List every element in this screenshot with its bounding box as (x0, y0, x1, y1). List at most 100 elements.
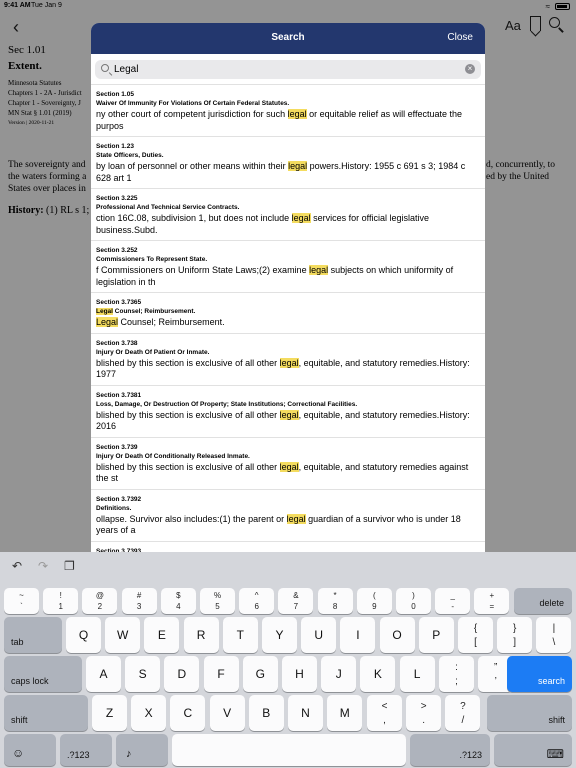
key-char: . (422, 715, 426, 726)
key-m[interactable]: M (327, 695, 363, 731)
key-2[interactable]: @2 (82, 588, 118, 614)
key-=[interactable]: + = (474, 588, 510, 614)
key-g[interactable]: G (242, 656, 278, 692)
search-result-item[interactable]: Section 3.252 Commissioners To Represent … (91, 241, 485, 293)
delete-key[interactable]: delete (514, 588, 572, 614)
key--[interactable]: _ - (435, 588, 471, 614)
key-shift-char: < (381, 701, 388, 712)
key-label: Q (78, 628, 89, 642)
emoji-key[interactable]: ☺ (4, 734, 56, 766)
key-v[interactable]: V (209, 695, 245, 731)
key-0[interactable]: ) 0 (396, 588, 431, 614)
key-k[interactable]: K (360, 656, 396, 692)
left-shift-key[interactable]: shift (4, 695, 88, 731)
key-9[interactable]: (9 (356, 588, 392, 614)
hide-keyboard-icon[interactable]: ⌨ (494, 734, 572, 766)
key-s[interactable]: S (125, 656, 161, 692)
key-5[interactable]: % 5 (200, 588, 235, 614)
key-\[interactable]: | \ (536, 617, 572, 653)
key-label: shift (548, 715, 565, 725)
redo-icon[interactable]: ↷ (38, 559, 48, 573)
key-label: I (356, 628, 360, 642)
wifi-icon: ≈ (545, 2, 550, 11)
key-o[interactable]: O (379, 617, 415, 653)
result-section-number: Section 3.225 (96, 195, 138, 202)
clear-search-icon[interactable]: × (465, 64, 475, 74)
key-shift-char: { (473, 623, 478, 634)
key-label: .?123 (459, 750, 482, 760)
key-8[interactable]: * 8 (317, 588, 353, 614)
search-key[interactable]: search (507, 656, 572, 692)
numbers-key-right[interactable]: .?123 (410, 734, 490, 766)
key-h[interactable]: H (282, 656, 317, 692)
key-i[interactable]: I (340, 617, 376, 653)
modal-title: Search (271, 32, 305, 43)
dictation-icon[interactable]: ♪ (116, 734, 168, 766)
search-result-item[interactable]: Section 3.225 Professional And Technical … (91, 189, 485, 241)
key-slash[interactable]: ? / (445, 695, 481, 731)
right-shift-key[interactable]: shift (487, 695, 572, 731)
search-result-item[interactable]: Section 3.7393 (91, 542, 485, 553)
key-e[interactable]: E (144, 617, 180, 653)
key-j[interactable]: J (321, 656, 357, 692)
key-y[interactable]: Y (262, 617, 297, 653)
result-snippet-text: ny other court of competent jurisdiction… (96, 109, 288, 119)
search-field[interactable]: × (95, 60, 481, 79)
status-date: Tue Jan 9 (31, 2, 62, 9)
key-x[interactable]: X (131, 695, 167, 731)
battery-icon (555, 3, 570, 10)
key-t[interactable]: T (222, 617, 258, 653)
numbers-key-left[interactable]: .?123 (60, 734, 112, 766)
key-4[interactable]: $4 (160, 588, 196, 614)
key-w[interactable]: W (105, 617, 141, 653)
close-button[interactable]: Close (447, 32, 473, 43)
key-label: ⌨ (546, 747, 564, 761)
search-result-item[interactable]: Section 3.7381 Loss, Damage, Or Destructi… (91, 386, 485, 438)
key-3[interactable]: #3 (121, 588, 157, 614)
key-d[interactable]: D (164, 656, 200, 692)
key-6[interactable]: ^ 6 (239, 588, 275, 614)
key-p[interactable]: P (418, 617, 454, 653)
search-result-item[interactable]: Section 3.7392 Definitions. ollapse. Survi… (91, 490, 485, 542)
key-q[interactable]: Q (66, 617, 101, 653)
search-results-list[interactable]: Section 1.05 Waiver Of Immunity For Viola… (91, 85, 485, 552)
undo-icon[interactable]: ↶ (12, 559, 22, 573)
key-7[interactable]: & 7 (278, 588, 314, 614)
key-[[interactable]: {[ (458, 617, 493, 653)
key-a[interactable]: A (86, 656, 121, 692)
space-key[interactable] (172, 734, 406, 766)
search-result-item[interactable]: Section 3.738 Injury Or Death Of Patient … (91, 334, 485, 386)
search-result-item[interactable]: Section 3.7365 Legal Counsel; Reimburseme… (91, 293, 485, 334)
key-label: H (295, 667, 304, 681)
key-char: 3 (136, 602, 142, 611)
paste-icon[interactable]: ❐ (64, 559, 75, 573)
key-l[interactable]: L (399, 656, 435, 692)
key-z[interactable]: Z (92, 695, 127, 731)
key-`[interactable]: ~ ` (4, 588, 39, 614)
search-result-item[interactable]: Section 1.23 State Officers, Duties. by l… (91, 137, 485, 189)
key-f[interactable]: F (203, 656, 239, 692)
key-comma[interactable]: <, (367, 695, 402, 731)
key-char: 2 (97, 602, 103, 611)
search-result-item[interactable]: Section 3.739 Injury Or Death Of Conditio… (91, 438, 485, 490)
key-c[interactable]: C (170, 695, 206, 731)
key-b[interactable]: B (248, 695, 284, 731)
caps-lock-key[interactable]: caps lock (4, 656, 82, 692)
key-][interactable]: }] (497, 617, 533, 653)
key-r[interactable]: R (183, 617, 219, 653)
key-label: tab (11, 637, 24, 647)
key-period[interactable]: >. (406, 695, 442, 731)
tab-key[interactable]: tab (4, 617, 62, 653)
key-label: Z (105, 706, 114, 720)
key-char: - (451, 602, 455, 611)
key-semicolon[interactable]: :; (439, 656, 474, 692)
search-result-item[interactable]: Section 1.05 Waiver Of Immunity For Viola… (91, 85, 485, 137)
highlighted-match: legal (279, 357, 299, 368)
key-label: F (217, 667, 225, 681)
result-title: Professional And Technical Service Contr… (96, 203, 481, 212)
key-n[interactable]: N (288, 695, 323, 731)
search-input[interactable] (114, 62, 454, 77)
key-1[interactable]: ! 1 (43, 588, 79, 614)
key-shift-char: | (552, 623, 556, 634)
key-u[interactable]: U (301, 617, 337, 653)
